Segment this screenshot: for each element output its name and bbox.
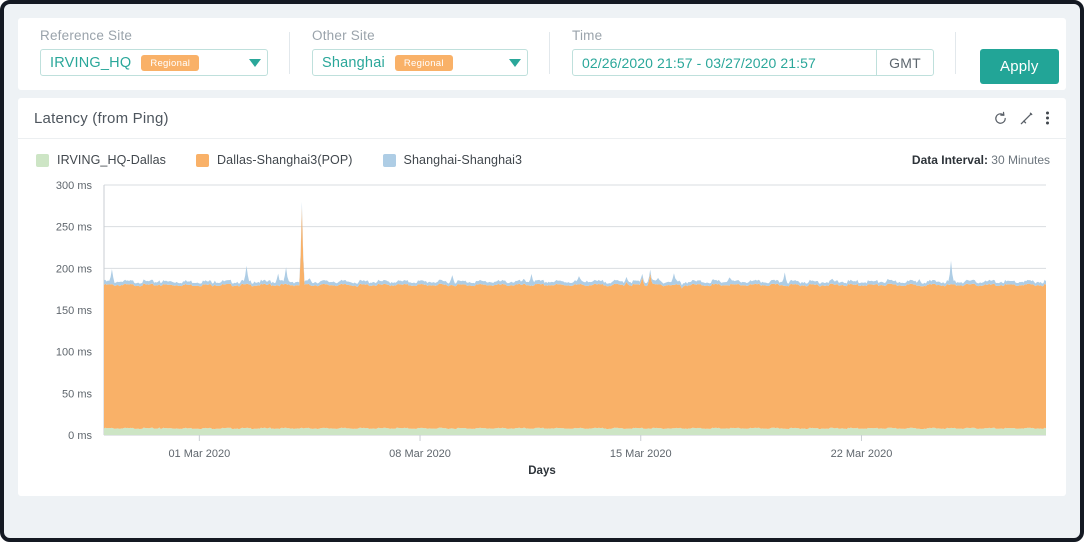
svg-text:250 ms: 250 ms [56, 222, 93, 234]
chevron-down-icon[interactable] [249, 58, 261, 67]
apply-button[interactable]: Apply [980, 49, 1059, 84]
apply-group: Apply [956, 49, 1059, 84]
data-interval-label: Data Interval: [911, 153, 988, 167]
other-site-value: Shanghai [322, 54, 385, 71]
time-range-value[interactable]: 02/26/2020 21:57 - 03/27/2020 21:57 [573, 50, 876, 75]
svg-text:08 Mar 2020: 08 Mar 2020 [389, 448, 451, 460]
trend-line-icon[interactable] [1019, 111, 1034, 126]
card-header: Latency (from Ping) [18, 98, 1066, 139]
legend-swatch-blue [382, 153, 396, 167]
reference-site-label: Reference Site [40, 28, 133, 43]
svg-text:200 ms: 200 ms [56, 263, 93, 275]
chart-plot-area: 0 ms 50 ms 100 ms 150 ms 200 ms 250 ms 300 ms 0… [18, 173, 1066, 493]
data-interval: Data Interval: 30 Minutes [912, 153, 1050, 167]
svg-text:0 ms: 0 ms [68, 430, 92, 442]
card-toolbar [993, 110, 1050, 126]
legend-swatch-orange [196, 153, 210, 167]
data-interval-value: 30 Minutes [991, 153, 1050, 167]
legend-item-2[interactable]: Shanghai-Shanghai3 [382, 153, 523, 167]
latency-area-chart[interactable]: 0 ms 50 ms 100 ms 150 ms 200 ms 250 ms 300 ms 0… [18, 173, 1066, 493]
chart-legend: IRVING_HQ-Dallas Dallas-Shanghai3(POP) S… [18, 139, 1066, 167]
legend-item-0[interactable]: IRVING_HQ-Dallas [36, 153, 166, 167]
time-group: Time 02/26/2020 21:57 - 03/27/2020 21:57… [550, 28, 956, 76]
filter-bar: Reference Site IRVING_HQ Regional Other … [18, 18, 1066, 90]
svg-text:100 ms: 100 ms [56, 347, 93, 359]
legend-label-2: Shanghai-Shanghai3 [403, 153, 523, 167]
svg-text:50 ms: 50 ms [62, 388, 92, 400]
legend-label-1: Dallas-Shanghai3(POP) [217, 153, 353, 167]
reference-site-value: IRVING_HQ [50, 54, 132, 71]
other-site-select[interactable]: Shanghai Regional [312, 49, 528, 76]
svg-text:15 Mar 2020: 15 Mar 2020 [610, 448, 672, 460]
app-screen: Reference Site IRVING_HQ Regional Other … [0, 0, 1084, 542]
legend-swatch-green [36, 153, 49, 167]
refresh-icon[interactable] [993, 111, 1008, 126]
other-site-badge: Regional [394, 54, 453, 71]
chevron-down-icon[interactable] [509, 58, 521, 67]
svg-text:22 Mar 2020: 22 Mar 2020 [831, 448, 893, 460]
page-title: Latency (from Ping) [34, 109, 169, 127]
timezone-value[interactable]: GMT [876, 50, 933, 75]
legend-label-0: IRVING_HQ-Dallas [57, 153, 167, 167]
reference-site-group: Reference Site IRVING_HQ Regional [18, 28, 290, 76]
latency-chart-card: Latency (from Ping) IRVING_HQ-Dallas Dal… [18, 98, 1066, 496]
svg-text:300 ms: 300 ms [56, 180, 93, 192]
time-range-field[interactable]: 02/26/2020 21:57 - 03/27/2020 21:57 GMT [572, 49, 934, 76]
legend-item-1[interactable]: Dallas-Shanghai3(POP) [196, 153, 353, 167]
more-options-icon[interactable] [1045, 110, 1050, 126]
time-label: Time [572, 28, 603, 43]
reference-site-select[interactable]: IRVING_HQ Regional [40, 49, 268, 76]
other-site-group: Other Site Shanghai Regional [290, 28, 550, 76]
svg-text:150 ms: 150 ms [56, 305, 93, 317]
x-axis-title: Days [528, 465, 556, 477]
svg-text:01 Mar 2020: 01 Mar 2020 [168, 448, 230, 460]
other-site-label: Other Site [312, 28, 375, 43]
reference-site-badge: Regional [141, 54, 200, 71]
